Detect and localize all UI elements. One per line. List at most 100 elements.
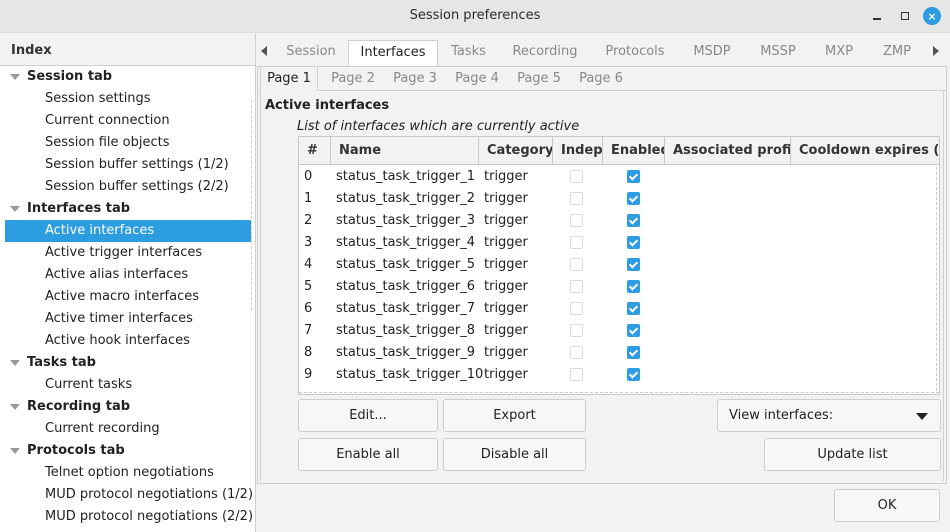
column-header-associated-profile[interactable]: Associated profile bbox=[665, 137, 791, 165]
tab-tasks[interactable]: Tasks bbox=[441, 40, 496, 66]
enabled-checkbox[interactable] bbox=[627, 258, 640, 271]
enabled-checkbox[interactable] bbox=[627, 368, 640, 381]
table-row[interactable]: 0 status_task_trigger_1 trigger bbox=[299, 166, 939, 188]
enabled-checkbox[interactable] bbox=[627, 170, 640, 183]
table-row[interactable]: 7 status_task_trigger_8 trigger bbox=[299, 320, 939, 342]
disable-all-button[interactable]: Disable all bbox=[443, 438, 586, 471]
enabled-checkbox[interactable] bbox=[627, 236, 640, 249]
column-header-category[interactable]: Category bbox=[479, 137, 553, 165]
enabled-checkbox[interactable] bbox=[627, 214, 640, 227]
enabled-checkbox[interactable] bbox=[627, 192, 640, 205]
index-category[interactable]: Recording tab bbox=[0, 396, 255, 418]
table-horizontal-scrollbar[interactable] bbox=[299, 392, 939, 393]
index-category[interactable]: Tasks tab bbox=[0, 352, 255, 374]
indep-checkbox[interactable] bbox=[570, 258, 583, 271]
index-item[interactable]: Session buffer settings (2/2) bbox=[0, 176, 255, 198]
indep-checkbox[interactable] bbox=[570, 302, 583, 315]
expand-triangle-icon[interactable] bbox=[10, 74, 20, 80]
subtab-page-6[interactable]: Page 6 bbox=[572, 67, 630, 91]
table-row[interactable]: 4 status_task_trigger_5 trigger bbox=[299, 254, 939, 276]
cell-num: 6 bbox=[304, 301, 313, 316]
cell-name: status_task_trigger_5 bbox=[336, 257, 475, 272]
table-row[interactable]: 3 status_task_trigger_4 trigger bbox=[299, 232, 939, 254]
subtab-page-3[interactable]: Page 3 bbox=[386, 67, 444, 91]
tab-mssp[interactable]: MSSP bbox=[753, 40, 803, 66]
close-button[interactable]: × bbox=[923, 7, 941, 25]
index-item[interactable]: Telnet option negotiations bbox=[0, 462, 255, 484]
index-category[interactable]: Session tab bbox=[0, 66, 255, 88]
index-scrollbar[interactable] bbox=[251, 100, 252, 310]
tab-scroll-left-icon[interactable] bbox=[261, 46, 267, 56]
subtab-page-5[interactable]: Page 5 bbox=[510, 67, 568, 91]
tab-recording[interactable]: Recording bbox=[505, 40, 585, 66]
index-item[interactable]: Active hook interfaces bbox=[0, 330, 255, 352]
minimize-button[interactable] bbox=[868, 7, 886, 25]
expand-triangle-icon[interactable] bbox=[10, 360, 20, 366]
subtab-page-2[interactable]: Page 2 bbox=[324, 67, 382, 91]
index-item[interactable]: Current tasks bbox=[0, 374, 255, 396]
column-header-enabled[interactable]: Enabled bbox=[603, 137, 665, 165]
tab-msdp[interactable]: MSDP bbox=[686, 40, 738, 66]
index-item[interactable]: Session buffer settings (1/2) bbox=[0, 154, 255, 176]
export-button[interactable]: Export bbox=[443, 399, 586, 432]
indep-checkbox[interactable] bbox=[570, 324, 583, 337]
index-item[interactable]: Current recording bbox=[0, 418, 255, 440]
column-header-name[interactable]: Name bbox=[331, 137, 479, 165]
tab-session[interactable]: Session bbox=[277, 40, 345, 66]
tab-protocols[interactable]: Protocols bbox=[597, 40, 673, 66]
table-row[interactable]: 2 status_task_trigger_3 trigger bbox=[299, 210, 939, 232]
index-header[interactable]: Index bbox=[0, 34, 255, 66]
cell-num: 0 bbox=[304, 169, 313, 184]
ok-button[interactable]: OK bbox=[834, 489, 940, 522]
index-item[interactable]: Active macro interfaces bbox=[0, 286, 255, 308]
tab-zmp[interactable]: ZMP bbox=[875, 40, 919, 66]
table-row[interactable]: 8 status_task_trigger_9 trigger bbox=[299, 342, 939, 364]
tab-interfaces[interactable]: Interfaces bbox=[348, 40, 438, 67]
indep-checkbox[interactable] bbox=[570, 346, 583, 359]
cell-name: status_task_trigger_3 bbox=[336, 213, 475, 228]
edit-button[interactable]: Edit... bbox=[298, 399, 438, 432]
expand-triangle-icon[interactable] bbox=[10, 404, 20, 410]
indep-checkbox[interactable] bbox=[570, 236, 583, 249]
index-item[interactable]: Session file objects bbox=[0, 132, 255, 154]
index-category[interactable]: Interfaces tab bbox=[0, 198, 255, 220]
index-item[interactable]: MUD protocol negotiations (2/2) bbox=[0, 506, 255, 528]
table-vertical-scrollbar[interactable] bbox=[936, 167, 937, 391]
index-item[interactable]: Active interfaces bbox=[5, 220, 251, 242]
index-item[interactable]: Session settings bbox=[0, 88, 255, 110]
column-header-indep[interactable]: Indep bbox=[553, 137, 603, 165]
enabled-checkbox[interactable] bbox=[627, 302, 640, 315]
update-list-button[interactable]: Update list bbox=[764, 438, 941, 471]
indep-checkbox[interactable] bbox=[570, 214, 583, 227]
column-header-num[interactable]: # bbox=[299, 137, 331, 165]
close-icon: × bbox=[927, 9, 937, 23]
table-row[interactable]: 6 status_task_trigger_7 trigger bbox=[299, 298, 939, 320]
index-item[interactable]: Active alias interfaces bbox=[0, 264, 255, 286]
table-row[interactable]: 1 status_task_trigger_2 trigger bbox=[299, 188, 939, 210]
subtab-page-4[interactable]: Page 4 bbox=[448, 67, 506, 91]
index-item[interactable]: MUD protocol negotiations (1/2) bbox=[0, 484, 255, 506]
indep-checkbox[interactable] bbox=[570, 170, 583, 183]
column-header-cooldown[interactable]: Cooldown expires (sec bbox=[791, 137, 939, 165]
index-category[interactable]: Protocols tab bbox=[0, 440, 255, 462]
indep-checkbox[interactable] bbox=[570, 280, 583, 293]
indep-checkbox[interactable] bbox=[570, 192, 583, 205]
expand-triangle-icon[interactable] bbox=[10, 206, 20, 212]
view-interfaces-combo[interactable]: View interfaces: bbox=[717, 399, 941, 432]
index-item[interactable]: Active trigger interfaces bbox=[0, 242, 255, 264]
index-item[interactable]: Active timer interfaces bbox=[0, 308, 255, 330]
table-row[interactable]: 5 status_task_trigger_6 trigger bbox=[299, 276, 939, 298]
tab-mxp[interactable]: MXP bbox=[818, 40, 860, 66]
tab-scroll-right-icon[interactable] bbox=[933, 46, 939, 56]
enable-all-button[interactable]: Enable all bbox=[298, 438, 438, 471]
expand-triangle-icon[interactable] bbox=[10, 448, 20, 454]
subtab-page-1[interactable]: Page 1 bbox=[260, 66, 318, 91]
maximize-button[interactable] bbox=[896, 7, 914, 25]
index-category-label: Protocols tab bbox=[27, 443, 125, 458]
index-item[interactable]: Current connection bbox=[0, 110, 255, 132]
indep-checkbox[interactable] bbox=[570, 368, 583, 381]
enabled-checkbox[interactable] bbox=[627, 324, 640, 337]
enabled-checkbox[interactable] bbox=[627, 346, 640, 359]
table-row[interactable]: 9 status_task_trigger_10 trigger bbox=[299, 364, 939, 386]
enabled-checkbox[interactable] bbox=[627, 280, 640, 293]
